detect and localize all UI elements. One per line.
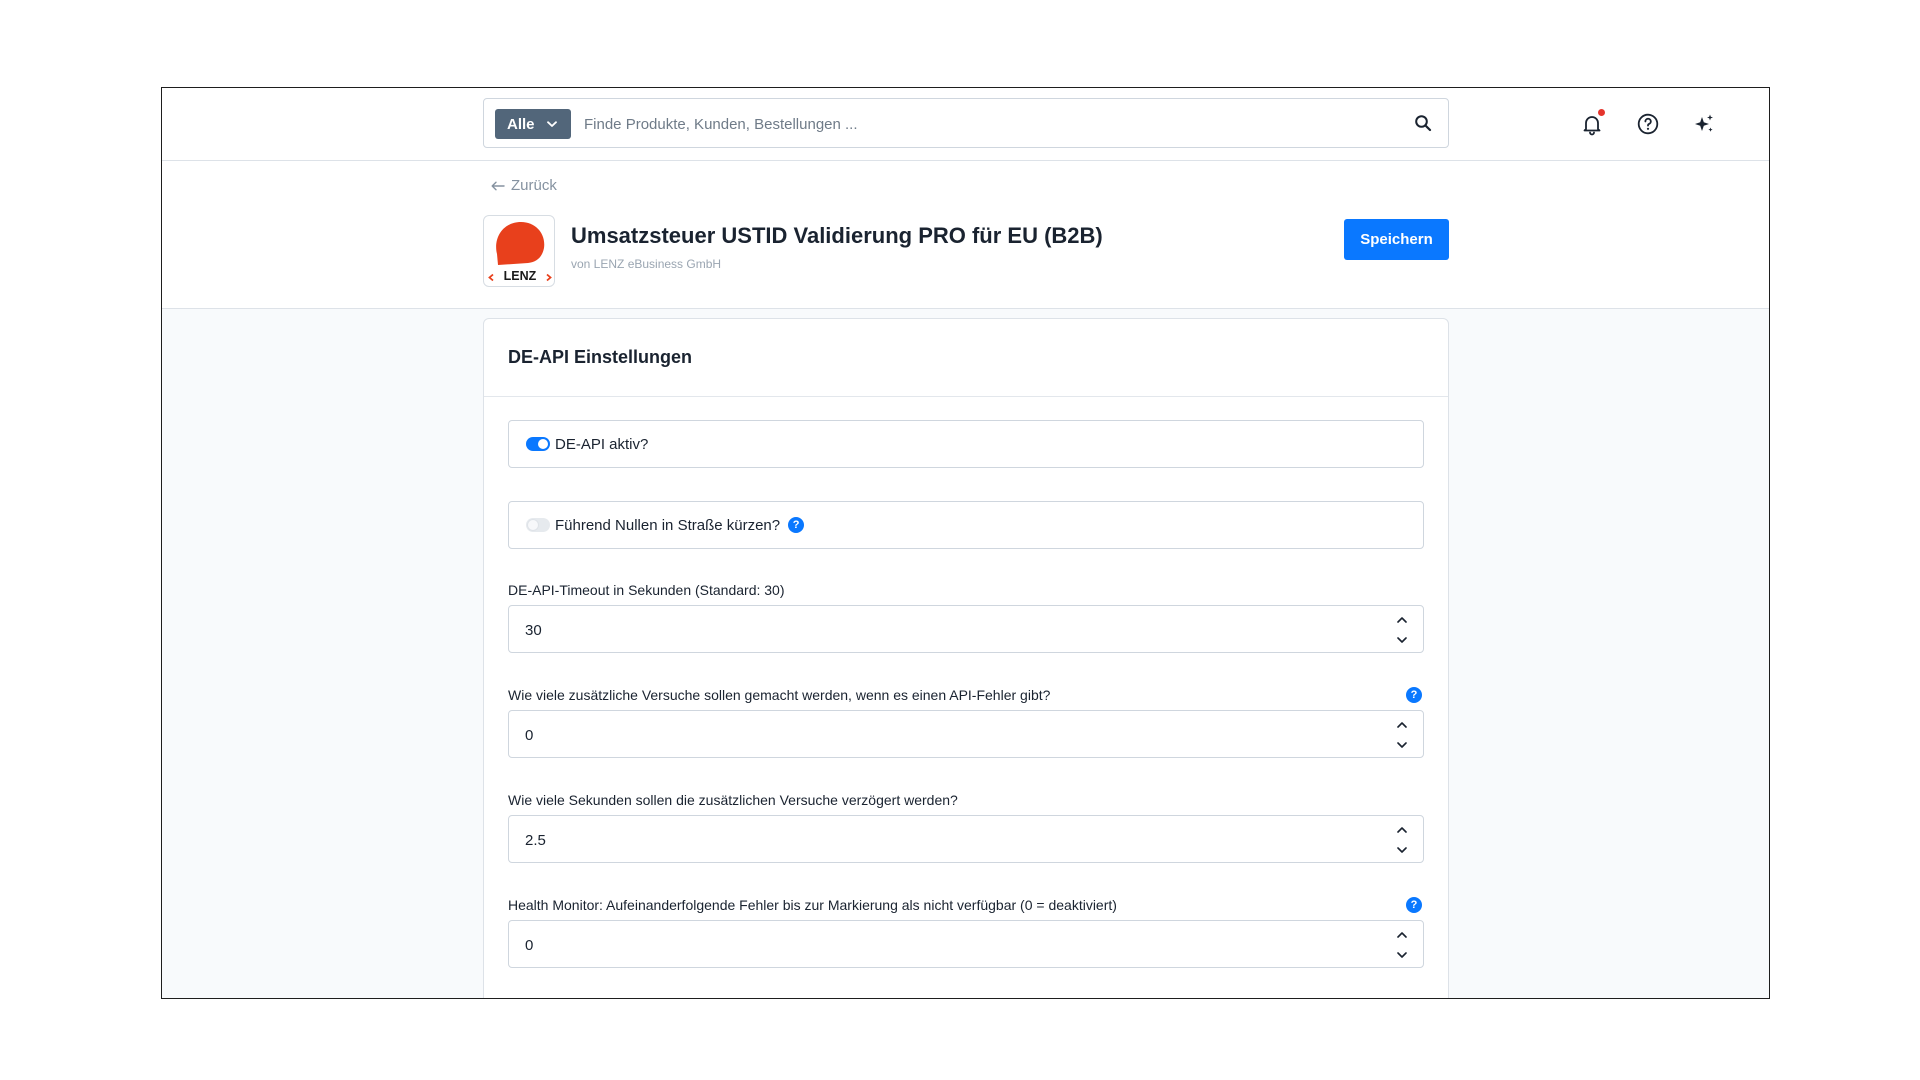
number-stepper <box>1395 717 1409 753</box>
chevron-down-icon[interactable] <box>1395 843 1409 857</box>
help-circle-icon <box>1637 113 1659 135</box>
sparkle-icon <box>1695 114 1713 132</box>
app-window: Alle Finde Produkte, Kunden, Bestellunge… <box>161 87 1770 999</box>
search-icon[interactable] <box>1414 114 1432 132</box>
field-label: Wie viele zusätzliche Versuche sollen ge… <box>508 687 1051 703</box>
back-link[interactable]: Zurück <box>491 177 557 194</box>
trim-leading-zeros-switch[interactable] <box>526 518 550 532</box>
chevron-down-icon[interactable] <box>1395 948 1409 962</box>
retry-count-input[interactable] <box>525 723 1345 747</box>
timeout-input[interactable] <box>525 618 1345 642</box>
number-stepper <box>1395 822 1409 858</box>
chevron-up-icon[interactable] <box>1395 823 1409 837</box>
search-scope-label: Alle <box>507 115 535 133</box>
help-button[interactable] <box>1636 112 1660 136</box>
svg-text:LENZ: LENZ <box>504 269 537 283</box>
settings-card: DE-API Einstellungen DE-API aktiv? Führe… <box>483 318 1449 998</box>
help-icon[interactable]: ? <box>1406 897 1422 913</box>
toggle-label: DE-API aktiv? <box>555 435 649 453</box>
health-monitor-input[interactable] <box>525 933 1345 957</box>
app-logo: LENZ <box>483 215 555 287</box>
top-header: Alle <box>162 88 1769 161</box>
number-stepper <box>1395 612 1409 648</box>
de-api-active-switch[interactable] <box>526 437 550 451</box>
page-title-bar: Zurück LENZ Umsatzsteuer USTID Validieru… <box>162 161 1769 309</box>
notification-dot <box>1598 109 1605 116</box>
ai-assistant-button[interactable] <box>1692 112 1716 136</box>
field-label: Health Monitor: Aufeinanderfolgende Fehl… <box>508 897 1117 913</box>
retry-delay-input[interactable] <box>525 828 1345 852</box>
help-icon[interactable]: ? <box>1406 687 1422 703</box>
save-button[interactable]: Speichern <box>1344 219 1449 260</box>
chevron-down-icon[interactable] <box>1395 633 1409 647</box>
lenz-logo-icon: LENZ <box>488 222 552 283</box>
search-scope-dropdown[interactable]: Alle <box>495 109 571 139</box>
chevron-up-icon[interactable] <box>1395 718 1409 732</box>
chevron-down-icon <box>546 120 557 127</box>
page-title: Umsatzsteuer USTID Validierung PRO für E… <box>571 223 1103 248</box>
toggle-row-de-api-active[interactable]: DE-API aktiv? <box>508 420 1424 468</box>
global-search: Alle <box>483 98 1449 148</box>
timeout-field <box>508 605 1424 653</box>
field-label: DE-API-Timeout in Sekunden (Standard: 30… <box>508 582 785 598</box>
chevron-up-icon[interactable] <box>1395 613 1409 627</box>
arrow-left-icon <box>491 181 505 190</box>
retry-delay-field <box>508 815 1424 863</box>
number-stepper <box>1395 927 1409 963</box>
help-icon[interactable]: ? <box>788 517 805 533</box>
chevron-up-icon[interactable] <box>1395 928 1409 942</box>
back-link-label: Zurück <box>511 177 557 194</box>
notifications-button[interactable] <box>1580 109 1605 136</box>
app-vendor: von LENZ eBusiness GmbH <box>571 257 722 271</box>
chevron-down-icon[interactable] <box>1395 738 1409 752</box>
card-title: DE-API Einstellungen <box>508 347 693 367</box>
toggle-label: Führend Nullen in Straße kürzen? <box>555 516 781 534</box>
card-header: DE-API Einstellungen <box>484 319 1448 397</box>
health-monitor-field <box>508 920 1424 968</box>
retry-count-field <box>508 710 1424 758</box>
toggle-row-trim-leading-zeros[interactable]: Führend Nullen in Straße kürzen? ? <box>508 501 1424 549</box>
field-label: Wie viele Sekunden sollen die zusätzlich… <box>508 792 958 808</box>
search-input[interactable] <box>584 111 1364 137</box>
